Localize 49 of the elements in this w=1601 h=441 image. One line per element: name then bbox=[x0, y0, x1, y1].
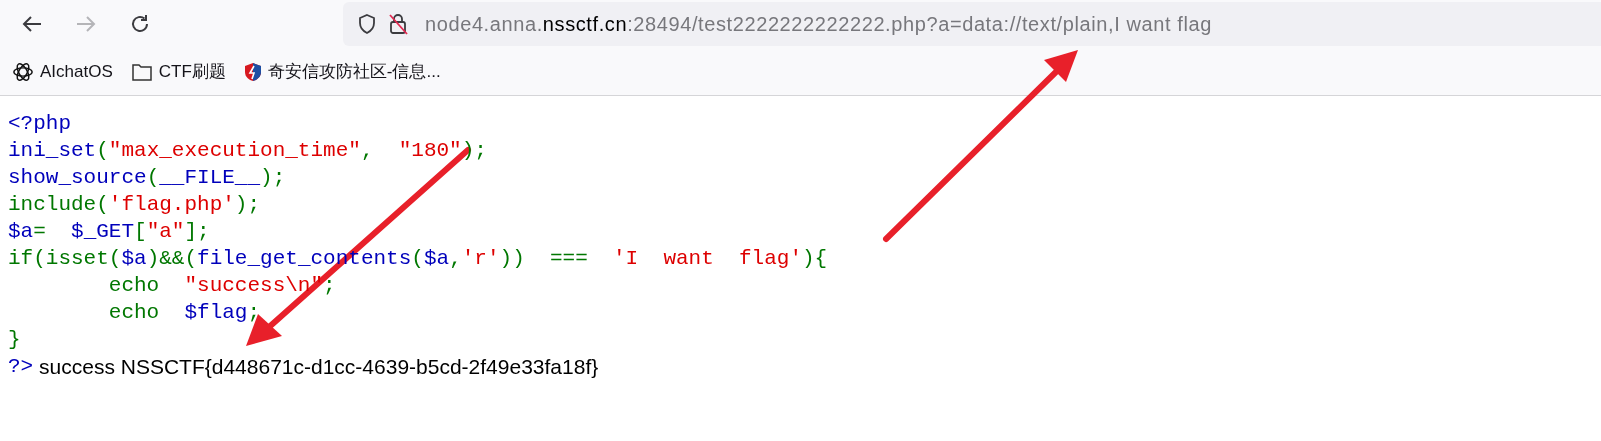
code-token: echo bbox=[107, 300, 161, 326]
code-token: } bbox=[8, 327, 21, 353]
code-token: ( bbox=[411, 246, 424, 272]
code-token: ( bbox=[146, 165, 160, 191]
crossed-lock-icon bbox=[387, 12, 409, 36]
reload-icon bbox=[129, 13, 151, 35]
url-text: node4.anna.nssctf.cn:28494/test2222222222222.php?a=data://text/plain,I want flag bbox=[425, 12, 1212, 37]
code-token: $flag bbox=[184, 300, 248, 326]
address-bar[interactable]: node4.anna.nssctf.cn:28494/test2222222222222.php?a=data://text/plain,I want flag bbox=[343, 2, 1601, 46]
code-token: $a bbox=[423, 246, 450, 272]
code-token: $_GET bbox=[71, 219, 135, 245]
shield-icon bbox=[357, 13, 377, 35]
code-token: ini_set bbox=[8, 138, 97, 164]
code-token: = bbox=[33, 219, 47, 245]
code-token: ; bbox=[323, 273, 336, 299]
code-token: 'flag.php' bbox=[108, 192, 235, 218]
code-token: ); bbox=[461, 138, 487, 164]
code-token: echo bbox=[107, 273, 161, 299]
output-text: success NSSCTF{d448671c-d1cc-4639-b5cd-2f49e33fa18f} bbox=[38, 353, 599, 380]
code-token: "max_execution_time" bbox=[108, 138, 361, 164]
code-token: ( bbox=[96, 138, 109, 164]
code-token: ); bbox=[234, 192, 261, 218]
shield-logo-icon bbox=[243, 61, 262, 82]
knot-logo-icon bbox=[12, 60, 34, 83]
code-token: ; bbox=[247, 300, 261, 326]
code-token: ]; bbox=[184, 219, 210, 245]
bookmark[interactable]: 奇安信攻防社区-信息... bbox=[243, 58, 441, 85]
code-token: )&&( bbox=[146, 246, 198, 272]
code-token: ){ bbox=[802, 246, 828, 272]
code-token: [ bbox=[134, 219, 147, 245]
code-token: $a bbox=[8, 219, 34, 245]
code-token: 'I want flag' bbox=[613, 246, 802, 272]
code-token: $a bbox=[121, 246, 147, 272]
code-token: if(isset( bbox=[8, 246, 122, 272]
code-token: )) === bbox=[499, 246, 589, 272]
code-token: "a" bbox=[146, 219, 185, 245]
bookmark[interactable]: AIchatOS bbox=[12, 58, 113, 85]
code-token: show_source bbox=[8, 165, 147, 191]
code-token: , bbox=[360, 138, 375, 164]
code-token: 'r' bbox=[461, 246, 500, 272]
code-token: __FILE__ bbox=[159, 165, 261, 191]
code-token: , bbox=[449, 246, 462, 272]
code-token: ); bbox=[260, 165, 286, 191]
code-token: "180" bbox=[398, 138, 462, 164]
folder-icon bbox=[130, 61, 153, 82]
code-token: ?> bbox=[8, 354, 34, 380]
bookmark[interactable]: CTF刷题 bbox=[130, 58, 226, 85]
code-token: include( bbox=[8, 192, 109, 218]
code-token: <?php bbox=[8, 111, 71, 137]
